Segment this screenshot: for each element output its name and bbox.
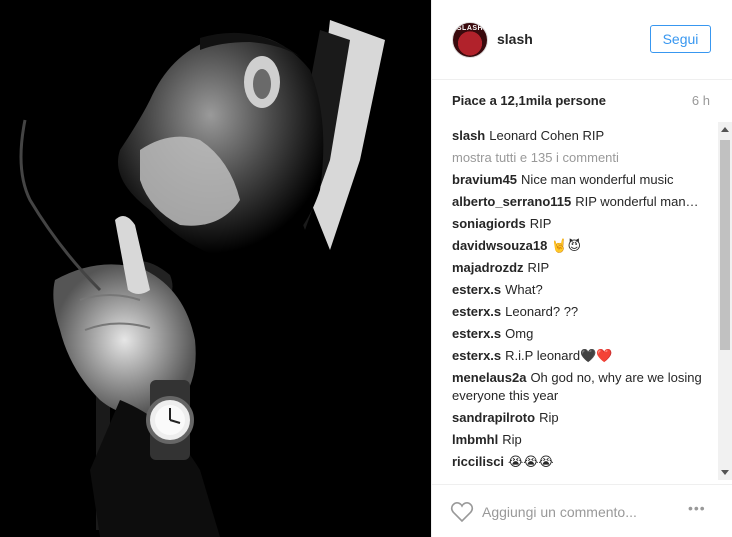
comment-user[interactable]: lmbmhl (452, 432, 498, 447)
comment-item: alberto_serrano115 RIP wonderful man… (452, 193, 714, 211)
like-heart-icon[interactable] (450, 501, 474, 523)
more-options-icon[interactable]: ••• (688, 500, 706, 516)
comment-text: What? (505, 282, 543, 297)
comment-text: 🤘😈 (551, 238, 582, 253)
comment-user[interactable]: esterx.s (452, 326, 501, 341)
post-footer: ••• (432, 484, 732, 537)
comment-user[interactable]: bravium45 (452, 172, 517, 187)
comments-scrollbar[interactable] (718, 122, 732, 480)
comment-item: esterx.s Omg (452, 325, 714, 343)
comment-user[interactable]: esterx.s (452, 348, 501, 363)
comment-text: R.i.P leonard🖤❤️ (505, 348, 613, 363)
comment-user[interactable]: esterx.s (452, 304, 501, 319)
comment-item: davidwsouza18 🤘😈 (452, 237, 714, 255)
comment-item: esterx.s What? (452, 281, 714, 299)
comment-text: RIP (529, 216, 552, 231)
comment-item: bravium45 Nice man wonderful music (452, 171, 714, 189)
scroll-down-arrow-icon[interactable] (721, 470, 729, 475)
comment-text: RIP (527, 260, 550, 275)
scroll-up-arrow-icon[interactable] (721, 127, 729, 132)
comment-item: sandrapilroto Rip (452, 409, 714, 427)
comment-item: soniagiords RIP (452, 215, 714, 233)
comment-item: riccilisci 😭😭😭 (452, 453, 714, 471)
avatar[interactable]: SLASH (452, 22, 488, 58)
comment-text: Omg (505, 326, 534, 341)
post-header: SLASH slash Segui (432, 0, 732, 80)
post-photo[interactable] (0, 0, 431, 537)
comments-list: slash Leonard Cohen RIP mostra tutti e 13… (452, 127, 714, 483)
caption-text: Leonard Cohen RIP (489, 128, 605, 143)
post-modal: SLASH slash Segui Piace a 12,1mila perso… (0, 0, 732, 537)
follow-button[interactable]: Segui (650, 25, 711, 53)
post-time[interactable]: 6 h (692, 93, 710, 108)
show-all-comments-link[interactable]: mostra tutti e 135 i commenti (452, 149, 714, 167)
comment-text: Rip (502, 432, 522, 447)
username[interactable]: slash (497, 31, 533, 47)
comment-user[interactable]: davidwsouza18 (452, 238, 547, 253)
comment-text: Rip (539, 410, 559, 425)
comment-user[interactable]: alberto_serrano115 (452, 194, 571, 209)
comment-user[interactable]: soniagiords (452, 216, 526, 231)
scroll-thumb[interactable] (720, 140, 730, 350)
comment-item: lmbmhl Rip (452, 431, 714, 449)
add-comment-input[interactable] (482, 502, 672, 522)
photo-image (0, 0, 431, 537)
caption: slash Leonard Cohen RIP (452, 127, 714, 145)
comment-user[interactable]: riccilisci (452, 454, 504, 469)
caption-user[interactable]: slash (452, 128, 485, 143)
comment-item: menelaus2a Oh god no, why are we losing e… (452, 369, 714, 405)
comment-text: Leonard? ?? (505, 304, 579, 319)
comment-text: Nice man wonderful music (521, 172, 674, 187)
comment-text: RIP wonderful man… (575, 194, 699, 209)
comment-item: esterx.s Leonard? ?? (452, 303, 714, 321)
comment-item: esterx.s R.i.P leonard🖤❤️ (452, 347, 714, 365)
comment-user[interactable]: menelaus2a (452, 370, 526, 385)
avatar-logo-text: SLASH (456, 25, 484, 32)
comment-user[interactable]: esterx.s (452, 282, 501, 297)
comment-text: 😭😭😭 (508, 454, 554, 469)
post-panel: SLASH slash Segui Piace a 12,1mila perso… (431, 0, 732, 537)
comment-user[interactable]: majadrozdz (452, 260, 524, 275)
likes-count[interactable]: Piace a 12,1mila persone (452, 93, 606, 108)
comment-user[interactable]: sandrapilroto (452, 410, 535, 425)
comment-item: majadrozdz RIP (452, 259, 714, 277)
